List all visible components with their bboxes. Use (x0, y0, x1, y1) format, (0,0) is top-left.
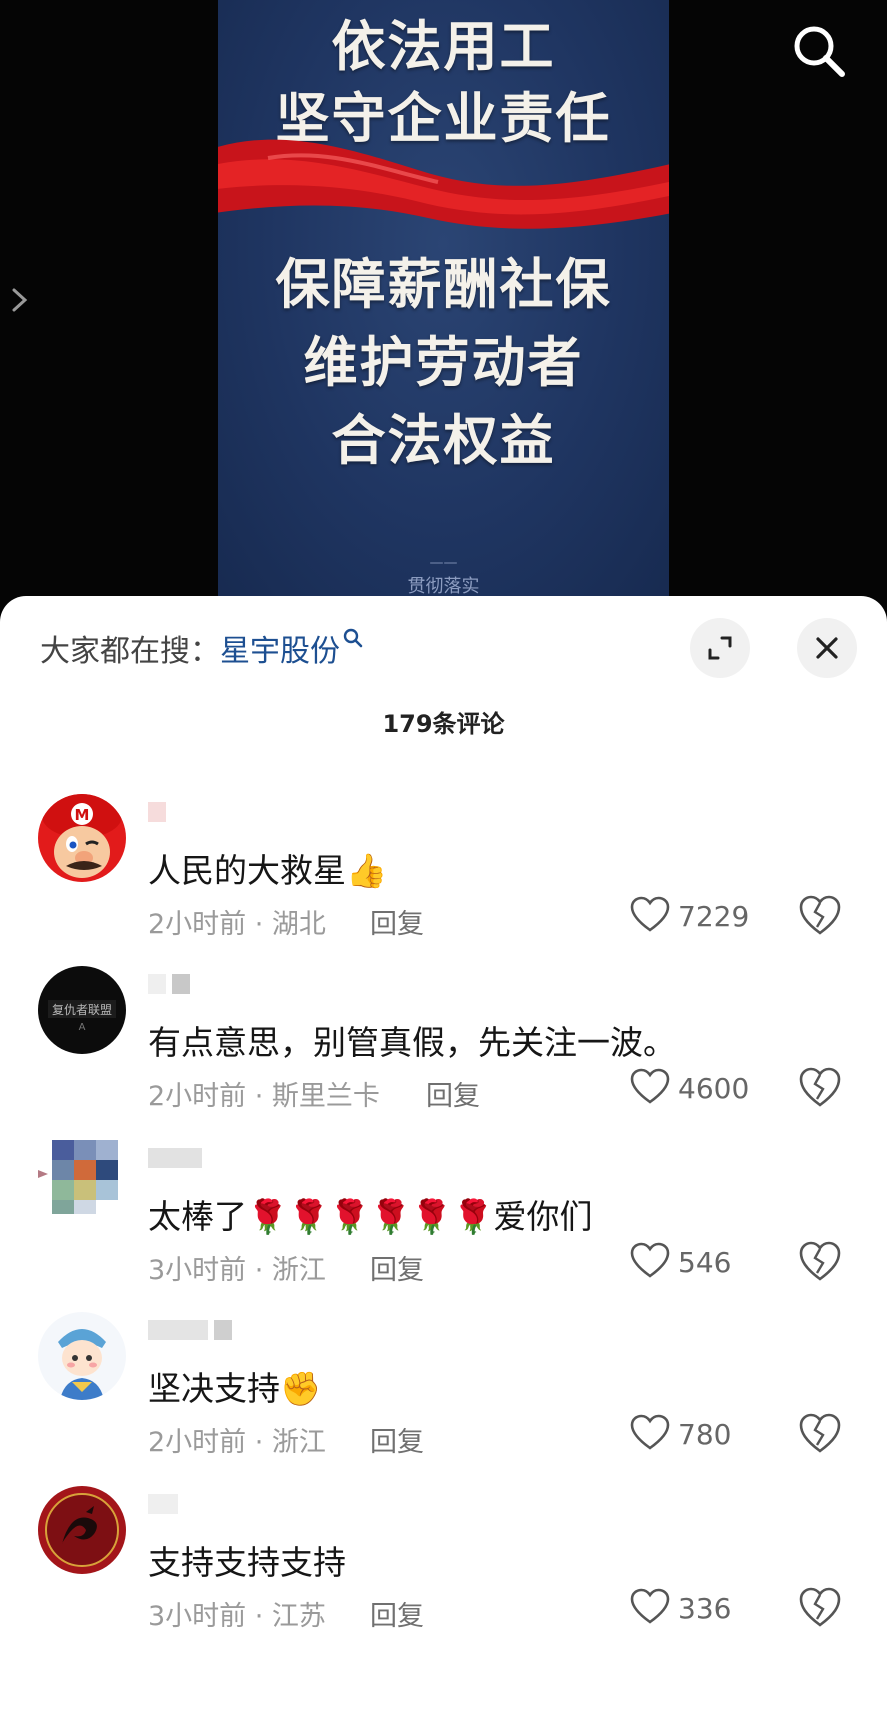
poster-footer-text: 贯彻落实 (407, 576, 480, 597)
poster-line-3: 保障薪酬社保 (275, 252, 612, 316)
cartoon-boy-avatar[interactable] (38, 1312, 126, 1400)
like-count: 7229 (678, 900, 750, 933)
comments-sheet: 大家都在搜：星宇股份 179条评论 M 人民的大救星👍 2小时前 · 湖北 回复… (0, 596, 887, 1720)
heart-icon (630, 896, 670, 932)
username-redacted[interactable] (148, 974, 196, 994)
comment-meta: 2小时前 · 斯里兰卡 (148, 1081, 380, 1112)
heart-icon (630, 1242, 670, 1278)
red-ribbon-graphic (218, 139, 669, 229)
reply-button[interactable]: 回复 (370, 902, 424, 941)
comment-item: 坚决支持✊ 2小时前 · 浙江 回复 780 (0, 1312, 887, 1482)
username-redacted[interactable] (148, 1494, 184, 1514)
broken-heart-icon[interactable] (798, 1586, 842, 1630)
comment-meta: 2小时前 · 湖北 (148, 909, 326, 940)
reply-button[interactable]: 回复 (370, 1248, 424, 1287)
hot-search-keyword[interactable]: 星宇股份 (220, 634, 340, 669)
comment-item: 支持支持支持 3小时前 · 江苏 回复 336 (0, 1486, 887, 1656)
comment-item: 太棒了🌹🌹🌹🌹🌹🌹爱你们 3小时前 · 浙江 回复 546 (0, 1140, 887, 1310)
username-redacted[interactable] (148, 802, 172, 822)
like-count: 780 (678, 1418, 732, 1451)
comment-text: 有点意思，别管真假，先关注一波。 (148, 1023, 676, 1062)
video-player[interactable]: 依法用工 坚守企业责任 保障薪酬社保 维护劳动者 合法权益 —— 贯彻落实 (0, 0, 887, 610)
chevron-right-icon[interactable] (8, 282, 32, 318)
poster-line-5: 合法权益 (331, 408, 556, 472)
broken-heart-icon[interactable] (798, 1066, 842, 1110)
comment-item: 复仇者联盟 A 有点意思，别管真假，先关注一波。 2小时前 · 斯里兰卡 回复 … (0, 966, 887, 1136)
like-count: 336 (678, 1592, 732, 1625)
reply-button[interactable]: 回复 (370, 1420, 424, 1459)
comment-meta: 2小时前 · 浙江 (148, 1427, 326, 1458)
username-redacted[interactable] (148, 1148, 208, 1168)
reply-button[interactable]: 回复 (426, 1074, 480, 1113)
svg-text:A: A (79, 1022, 86, 1033)
comment-text: 人民的大救星👍 (148, 851, 388, 890)
reply-button[interactable]: 回复 (370, 1594, 424, 1633)
like-count: 546 (678, 1246, 732, 1279)
mosaic-avatar[interactable] (38, 1140, 126, 1228)
svg-text:M: M (75, 806, 90, 824)
comment-meta: 3小时前 · 江苏 (148, 1601, 326, 1632)
poster-line-4: 维护劳动者 (303, 330, 584, 394)
hot-search-label: 大家都在搜： (40, 634, 220, 669)
comment-text: 支持支持支持 (148, 1543, 346, 1582)
mario-avatar[interactable]: M (38, 794, 126, 882)
heart-icon (630, 1588, 670, 1624)
league-logo-avatar[interactable]: 复仇者联盟 A (38, 966, 126, 1054)
comment-count-title: 179条评论 (382, 710, 505, 738)
video-poster: 依法用工 坚守企业责任 保障薪酬社保 维护劳动者 合法权益 —— 贯彻落实 (218, 0, 669, 610)
expand-icon (708, 636, 732, 660)
small-search-icon (343, 628, 363, 648)
comment-text: 太棒了🌹🌹🌹🌹🌹🌹爱你们 (148, 1197, 593, 1236)
comment-text: 坚决支持✊ (148, 1369, 322, 1408)
like-count: 4600 (678, 1072, 750, 1105)
comment-item: M 人民的大救星👍 2小时前 · 湖北 回复 7229 (0, 794, 887, 964)
dragon-avatar[interactable] (38, 1486, 126, 1574)
comment-meta: 3小时前 · 浙江 (148, 1255, 326, 1286)
heart-icon (630, 1068, 670, 1104)
expand-button[interactable] (690, 618, 750, 678)
username-redacted[interactable] (148, 1320, 238, 1340)
broken-heart-icon[interactable] (798, 1412, 842, 1456)
poster-line-1: 依法用工 (331, 14, 556, 78)
close-button[interactable] (797, 618, 857, 678)
poster-footer-dash: —— (429, 555, 458, 571)
close-icon (816, 637, 838, 659)
hot-search-link[interactable]: 大家都在搜：星宇股份 (40, 626, 363, 670)
heart-icon (630, 1414, 670, 1450)
broken-heart-icon[interactable] (798, 894, 842, 938)
svg-text:复仇者联盟: 复仇者联盟 (52, 1003, 112, 1017)
broken-heart-icon[interactable] (798, 1240, 842, 1284)
search-icon[interactable] (790, 22, 846, 78)
